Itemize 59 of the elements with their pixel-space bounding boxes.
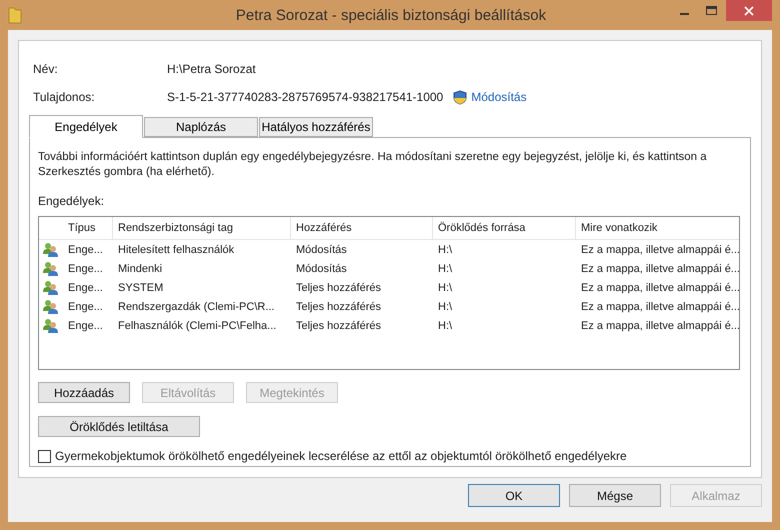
table-cell-text: Rendszergazdák (Clemi-PC\R...	[117, 300, 276, 312]
users-icon	[43, 280, 59, 296]
folder-icon	[8, 6, 22, 24]
window-title: Petra Sorozat - speciális biztonsági beállítások	[234, 6, 548, 24]
name-value: H:\Petra Sorozat	[167, 62, 256, 76]
table-cell-text: H:\	[437, 320, 454, 332]
table-cell-text: Mindenki	[117, 262, 164, 274]
column-header[interactable]: Típus	[63, 217, 113, 239]
entry-button[interactable]: Hozzáadás	[38, 382, 130, 403]
table-cell-text: Enge...	[67, 300, 104, 312]
tab[interactable]: Hatályos hozzáférés	[259, 117, 373, 137]
table-cell-text: Ez a mappa, illetve almappái é...	[580, 244, 739, 256]
name-label: Név:	[33, 62, 59, 76]
dialog-button[interactable]: Mégse	[569, 484, 661, 507]
checkbox-label: Gyermekobjektumok örökölhető engedélyeinek lecserélése az ettől az objektumtól örökölhető engedélyekre	[55, 449, 627, 463]
users-icon	[43, 242, 59, 258]
maximize-icon	[706, 6, 718, 16]
table-cell-text: Teljes hozzáférés	[295, 282, 382, 294]
table-cell-text: Ez a mappa, illetve almappái é...	[580, 262, 739, 274]
table-cell-text: H:\	[437, 244, 454, 256]
column-header[interactable]: Rendszerbiztonsági tag	[113, 217, 291, 239]
table-cell-text: H:\	[437, 282, 454, 294]
column-header[interactable]: Mire vonatkozik	[576, 217, 739, 239]
dialog-button[interactable]: OK	[468, 484, 560, 507]
close-button[interactable]	[726, 0, 772, 21]
owner-label: Tulajdonos:	[33, 90, 96, 104]
close-icon	[744, 6, 754, 16]
column-header[interactable]: Hozzáférés	[291, 217, 433, 239]
owner-value: S-1-5-21-377740283-2875769574-938217541-1000	[167, 90, 444, 104]
permissions-label: Engedélyek:	[38, 194, 106, 208]
table-cell-text: Enge...	[67, 244, 104, 256]
table-cell-text: Felhasználók (Clemi-PC\Felha...	[117, 320, 278, 332]
table-cell-text: H:\	[437, 262, 454, 274]
table-cell-text: Módosítás	[295, 244, 348, 256]
table-cell-text: Módosítás	[295, 262, 348, 274]
table-cell-text: Ez a mappa, illetve almappái é...	[580, 300, 739, 312]
users-icon	[43, 260, 59, 276]
permissions-list[interactable]	[38, 216, 740, 370]
checkbox[interactable]	[38, 450, 51, 462]
table-cell-text: Ez a mappa, illetve almappái é...	[580, 282, 739, 294]
table-cell-text: Enge...	[67, 320, 104, 332]
tab[interactable]: Naplózás	[144, 117, 258, 137]
change-owner-link[interactable]: Módosítás	[471, 90, 527, 104]
minimize-icon	[680, 12, 688, 14]
table-cell-text: Teljes hozzáférés	[295, 320, 382, 332]
disable-inheritance-button[interactable]: Öröklődés letiltása	[38, 416, 200, 437]
column-header[interactable]: Öröklődés forrása	[433, 217, 576, 239]
table-cell-text: Teljes hozzáférés	[295, 300, 382, 312]
tab[interactable]: Engedélyek	[29, 115, 143, 138]
users-icon	[43, 318, 59, 334]
table-cell-text: Ez a mappa, illetve almappái é...	[580, 320, 739, 332]
table-cell-text: H:\	[437, 300, 454, 312]
table-cell-text: SYSTEM	[117, 282, 164, 294]
table-cell-text: Enge...	[67, 262, 104, 274]
users-icon	[43, 298, 59, 314]
info-text: További információért kattintson duplán egy engedélybejegyzésre. Ha módosítani szeretne egy bejegyzést, jelölje ki, és kattintson a Szerkesztés gombra (ha elérhető).	[38, 150, 708, 180]
table-cell-text: Hitelesített felhasználók	[117, 244, 236, 256]
shield-icon	[453, 90, 468, 104]
table-cell-text: Enge...	[67, 282, 104, 294]
